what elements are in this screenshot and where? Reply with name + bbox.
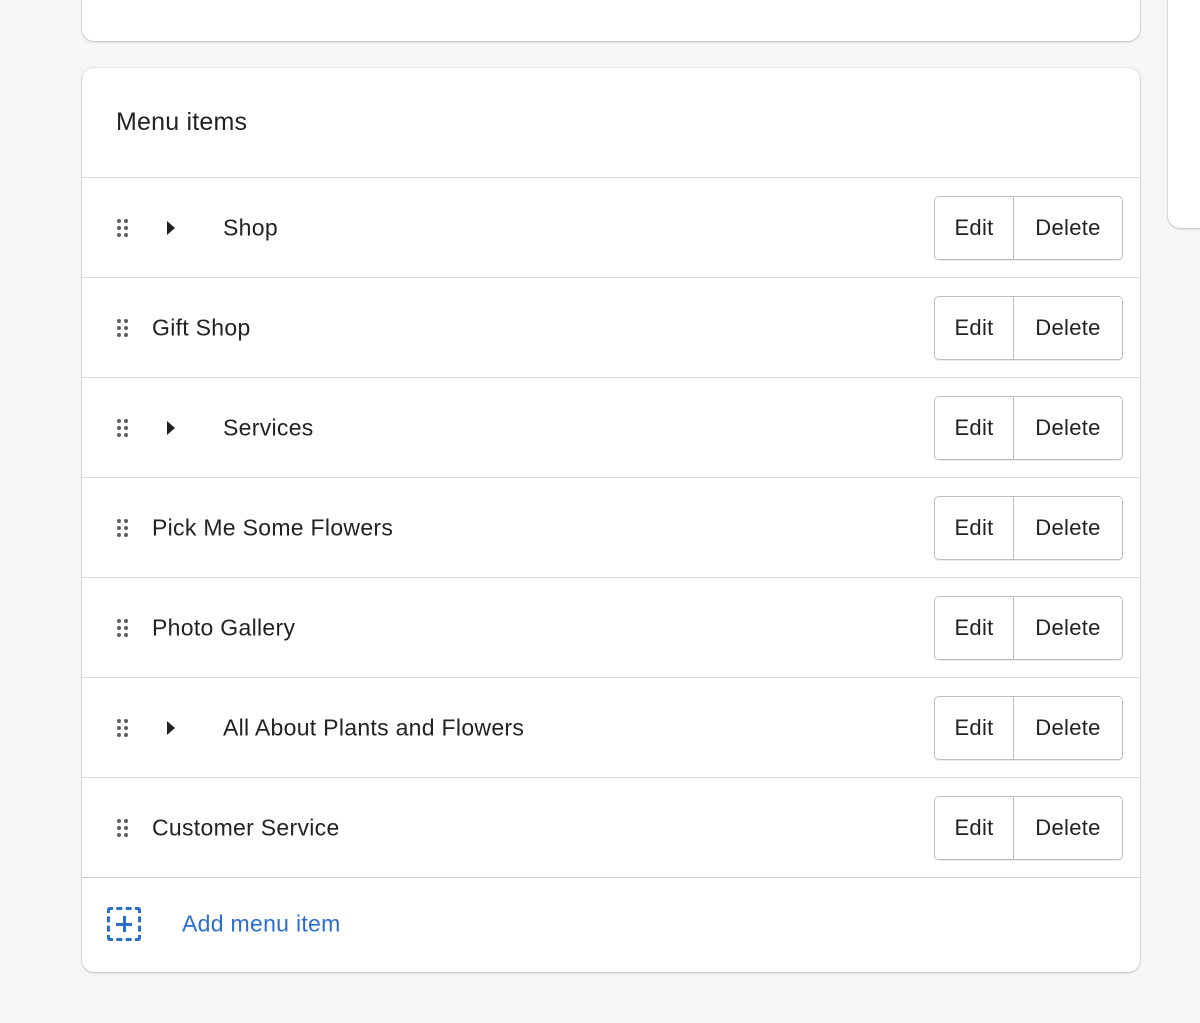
item-actions: Edit Delete (934, 795, 1123, 860)
menu-items-card: Menu items Shop Edit Delete Gift Shop Ed… (82, 68, 1140, 972)
menu-item-row-gift-shop: Gift Shop Edit Delete (82, 278, 1140, 378)
item-actions: Edit Delete (934, 295, 1123, 360)
edit-button[interactable]: Edit (935, 796, 1014, 859)
edit-button[interactable]: Edit (935, 396, 1014, 459)
add-dashed-plus-icon[interactable] (107, 907, 141, 941)
menu-item-row-all-about-plants: All About Plants and Flowers Edit Delete (82, 678, 1140, 778)
card-title: Menu items (116, 108, 248, 136)
caret-right-icon[interactable] (167, 220, 175, 235)
delete-button[interactable]: Delete (1014, 796, 1122, 859)
previous-card (82, 0, 1140, 41)
drag-handle-icon[interactable] (117, 318, 129, 337)
edit-button[interactable]: Edit (935, 696, 1014, 759)
menu-item-label: All About Plants and Flowers (223, 714, 525, 740)
drag-handle-icon[interactable] (117, 718, 129, 737)
menu-item-row-shop: Shop Edit Delete (82, 178, 1140, 278)
delete-button[interactable]: Delete (1014, 396, 1122, 459)
delete-button[interactable]: Delete (1014, 496, 1122, 559)
add-menu-item-row: Add menu item (82, 878, 1140, 970)
edit-button[interactable]: Edit (935, 596, 1014, 659)
item-actions: Edit Delete (934, 595, 1123, 660)
caret-right-icon[interactable] (167, 720, 175, 735)
caret-right-icon[interactable] (167, 420, 175, 435)
drag-handle-icon[interactable] (117, 518, 129, 537)
menu-item-row-services: Services Edit Delete (82, 378, 1140, 478)
item-actions: Edit Delete (934, 695, 1123, 760)
drag-handle-icon[interactable] (117, 618, 129, 637)
edit-button[interactable]: Edit (935, 496, 1014, 559)
delete-button[interactable]: Delete (1014, 696, 1122, 759)
drag-handle-icon[interactable] (117, 818, 129, 837)
menu-item-label: Photo Gallery (152, 614, 296, 640)
menu-item-row-customer-service: Customer Service Edit Delete (82, 778, 1140, 878)
delete-button[interactable]: Delete (1014, 596, 1122, 659)
menu-item-label: Shop (223, 214, 278, 240)
item-actions: Edit Delete (934, 395, 1123, 460)
menu-item-label: Gift Shop (152, 314, 251, 340)
menu-item-label: Services (223, 414, 314, 440)
side-card (1168, 0, 1200, 228)
delete-button[interactable]: Delete (1014, 296, 1122, 359)
edit-button[interactable]: Edit (935, 296, 1014, 359)
menu-item-label: Pick Me Some Flowers (152, 514, 394, 540)
menu-item-label: Customer Service (152, 814, 340, 840)
add-menu-item-link[interactable]: Add menu item (182, 911, 341, 938)
drag-handle-icon[interactable] (117, 218, 129, 237)
menu-item-row-photo-gallery: Photo Gallery Edit Delete (82, 578, 1140, 678)
item-actions: Edit Delete (934, 495, 1123, 560)
menu-item-row-pick-me-some-flowers: Pick Me Some Flowers Edit Delete (82, 478, 1140, 578)
page: Menu items Shop Edit Delete Gift Shop Ed… (0, 0, 1200, 1023)
delete-button[interactable]: Delete (1014, 196, 1122, 259)
item-actions: Edit Delete (934, 195, 1123, 260)
card-header: Menu items (82, 68, 1140, 178)
drag-handle-icon[interactable] (117, 418, 129, 437)
edit-button[interactable]: Edit (935, 196, 1014, 259)
